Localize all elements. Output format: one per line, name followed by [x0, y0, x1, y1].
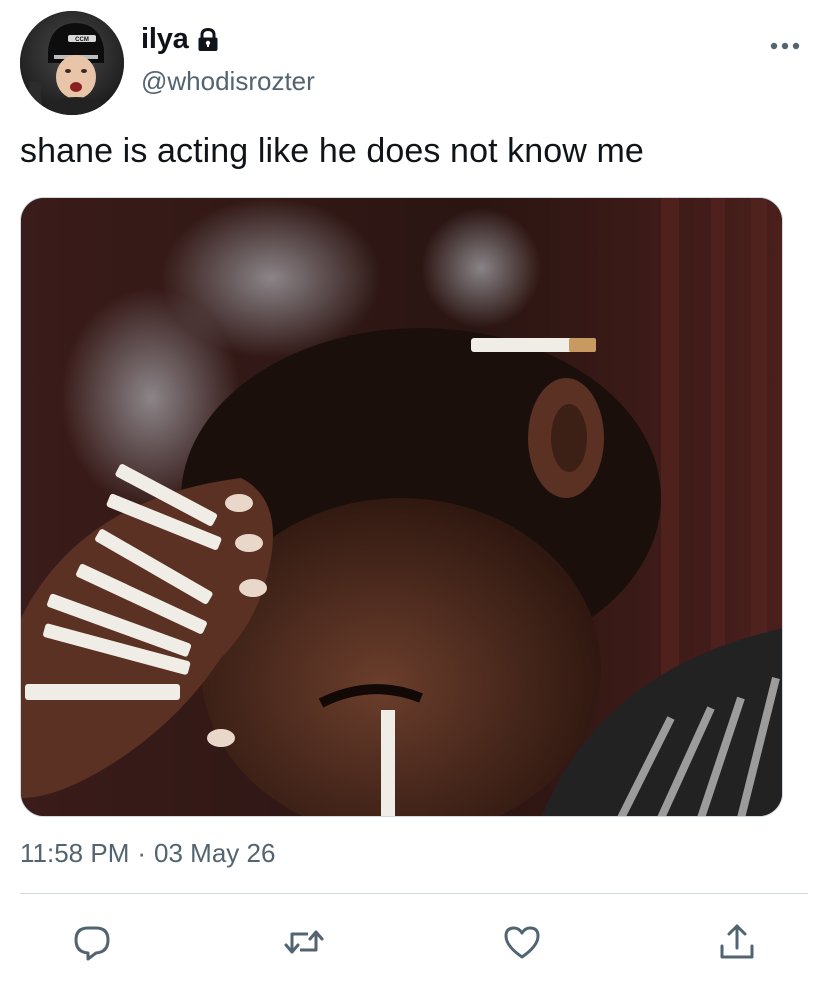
- speech-bubble-icon: [72, 922, 112, 962]
- tweet-timestamp[interactable]: 11:58 PM · 03 May 26: [20, 838, 275, 869]
- display-name[interactable]: ilya: [141, 23, 189, 56]
- divider: [20, 893, 808, 894]
- lock-icon: [197, 27, 219, 52]
- timestamp-separator: ·: [137, 838, 147, 868]
- more-options-icon[interactable]: [770, 38, 800, 50]
- author-name-row: ilya: [141, 21, 219, 57]
- share-button[interactable]: [715, 920, 759, 964]
- avatar[interactable]: CCM: [20, 11, 124, 115]
- helmet-logo: CCM: [75, 37, 89, 43]
- share-upload-icon: [717, 922, 757, 962]
- tweet-photo[interactable]: [20, 197, 783, 817]
- heart-icon: [502, 922, 542, 962]
- tweet-text: shane is acting like he does not know me: [20, 132, 644, 170]
- tweet-time: 11:58 PM: [20, 838, 130, 868]
- reply-button[interactable]: [70, 920, 114, 964]
- tweet-date: 03 May 26: [154, 838, 276, 868]
- retweet-button[interactable]: [282, 920, 326, 964]
- like-button[interactable]: [500, 920, 544, 964]
- tweet-card: CCM ilya @whodisrozter shane is acting l…: [0, 0, 827, 988]
- author-handle[interactable]: @whodisrozter: [141, 66, 315, 97]
- retweet-arrows-icon: [282, 922, 326, 962]
